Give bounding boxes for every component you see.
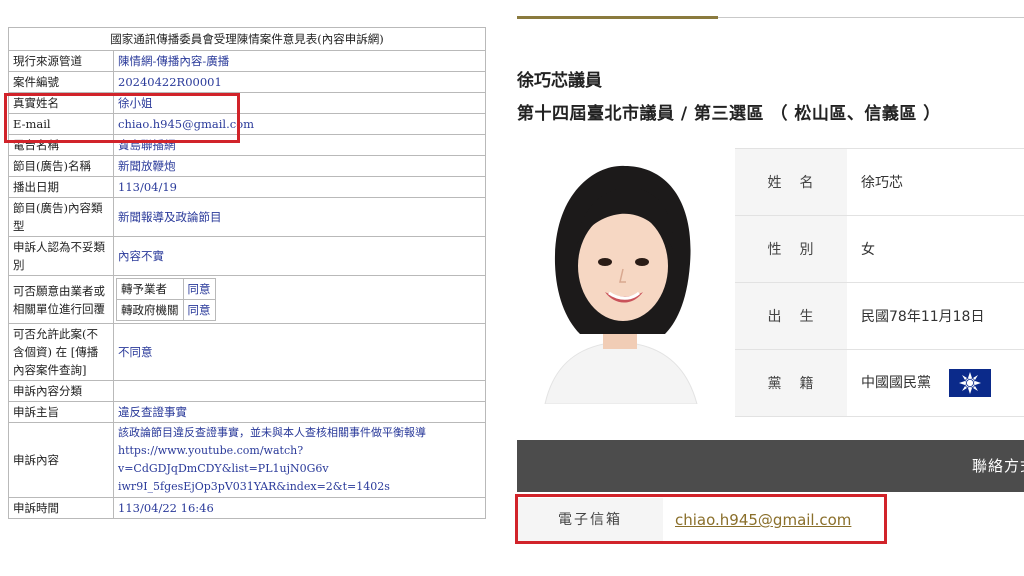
row-label: 申訴內容分類	[8, 380, 114, 402]
profile-row: 黨籍 中國國民黨	[735, 349, 1024, 417]
row-value: 內容不實	[113, 236, 486, 276]
form-row: 現行來源管道 陳情網-傳播內容-廣播	[8, 50, 486, 72]
field-value: 徐巧芯	[847, 148, 1024, 216]
case-number: 20240422R00001	[113, 71, 486, 93]
profile-row: 性別 女	[735, 215, 1024, 283]
row-label: 播出日期	[8, 176, 114, 198]
contact-header-label: 聯絡方式	[971, 457, 1024, 475]
form-row: 案件編號 20240422R00001	[8, 71, 486, 93]
form-row: 申訴人認為不妥類別 內容不實	[8, 236, 486, 276]
profile-term-title: 第十四屆臺北市議員 / 第三選區 （ 松山區、信義區 ）	[517, 104, 941, 124]
row-value: 新聞報導及政論節目	[113, 197, 486, 237]
complaint-form-panel: 國家通訊傳播委員會受理陳情案件意見表(內容申訴網) 現行來源管道 陳情網-傳播內…	[0, 0, 515, 576]
row-label: 節目(廣告)名稱	[8, 155, 114, 177]
row-label: 案件編號	[8, 71, 114, 93]
row-value: 新聞放鞭炮	[113, 155, 486, 177]
contact-section-header: 聯絡方式	[517, 440, 1024, 492]
field-value: 女	[847, 215, 1024, 283]
row-value: 陳情網-傳播內容-廣播	[113, 50, 486, 72]
field-label: 性別	[735, 215, 847, 283]
name-email-highlight-box	[4, 93, 240, 143]
sub-label: 轉予業者	[116, 278, 184, 300]
row-label: 申訴主旨	[8, 401, 114, 423]
field-label: 黨籍	[735, 349, 847, 417]
profile-name-title: 徐巧芯議員	[517, 71, 602, 91]
form-row: 可否願意由業者或相關單位進行回覆 轉予業者 同意 轉政府機關 同意	[8, 275, 486, 324]
email-highlight-box	[515, 494, 887, 544]
row-value	[113, 380, 486, 402]
sub-label: 轉政府機關	[116, 299, 184, 321]
row-label: 申訴人認為不妥類別	[8, 236, 114, 276]
complaint-link-line: iwr9I_5fgesEjOp3pV031YAR&index=2&t=1402s	[118, 480, 390, 493]
row-value: 不同意	[113, 323, 486, 381]
party-cell: 中國國民黨	[847, 349, 1024, 417]
row-value: 113/04/19	[113, 176, 486, 198]
form-row: 節目(廣告)名稱 新聞放鞭炮	[8, 155, 486, 177]
field-label: 出生	[735, 282, 847, 350]
sub-value: 同意	[182, 278, 216, 300]
field-label: 姓名	[735, 148, 847, 216]
row-label: 現行來源管道	[8, 50, 114, 72]
field-value: 民國78年11月18日	[847, 282, 1024, 350]
row-label: 可否允許此案(不含個資) 在 [傳播內容案件查詢]	[8, 323, 114, 381]
form-row: 申訴主旨 違反查證事實	[8, 401, 486, 423]
profile-row: 出生 民國78年11月18日	[735, 282, 1024, 350]
form-row: 節目(廣告)內容類型 新聞報導及政論節目	[8, 197, 486, 237]
form-row: 申訴時間 113/04/22 16:46	[8, 497, 486, 519]
form-title: 國家通訊傳播委員會受理陳情案件意見表(內容申訴網)	[8, 27, 486, 51]
councillor-profile-panel: 徐巧芯議員 第十四屆臺北市議員 / 第三選區 （ 松山區、信義區 ） 姓名 徐巧…	[515, 0, 1024, 576]
form-row: 申訴內容 該政論節目違反查證事實，並未與本人查核相關事件做平衡報導 https:…	[8, 422, 486, 498]
row-label: 申訴時間	[8, 497, 114, 519]
form-row: 播出日期 113/04/19	[8, 176, 486, 198]
complaint-text: 該政論節目違反查證事實，並未與本人查核相關事件做平衡報導	[118, 426, 426, 439]
row-value: 113/04/22 16:46	[113, 497, 486, 519]
reply-consent-table: 轉予業者 同意 轉政府機關 同意	[116, 278, 216, 321]
complaint-link-line: https://www.youtube.com/watch?v=CdGDJqDm…	[118, 444, 329, 475]
divider-line	[718, 17, 1024, 18]
reply-consent-cell: 轉予業者 同意 轉政府機關 同意	[113, 275, 486, 324]
accent-line	[517, 16, 718, 19]
form-row: 可否允許此案(不含個資) 在 [傳播內容案件查詢] 不同意	[8, 323, 486, 381]
form-row: 申訴內容分類	[8, 380, 486, 402]
field-value: 中國國民黨	[861, 375, 931, 391]
profile-info-table: 姓名 徐巧芯 性別 女 出生 民國78年11月18日 黨籍 中國國民黨	[735, 148, 1024, 417]
row-label: 申訴內容	[8, 422, 114, 498]
councillor-photo	[525, 154, 715, 404]
row-value: 違反查證事實	[113, 401, 486, 423]
sub-value: 同意	[182, 299, 216, 321]
row-label: 節目(廣告)內容類型	[8, 197, 114, 237]
complaint-content: 該政論節目違反查證事實，並未與本人查核相關事件做平衡報導 https://www…	[113, 422, 486, 498]
profile-row: 姓名 徐巧芯	[735, 148, 1024, 216]
taiwan-flag-icon	[949, 369, 992, 397]
row-label: 可否願意由業者或相關單位進行回覆	[8, 275, 114, 324]
